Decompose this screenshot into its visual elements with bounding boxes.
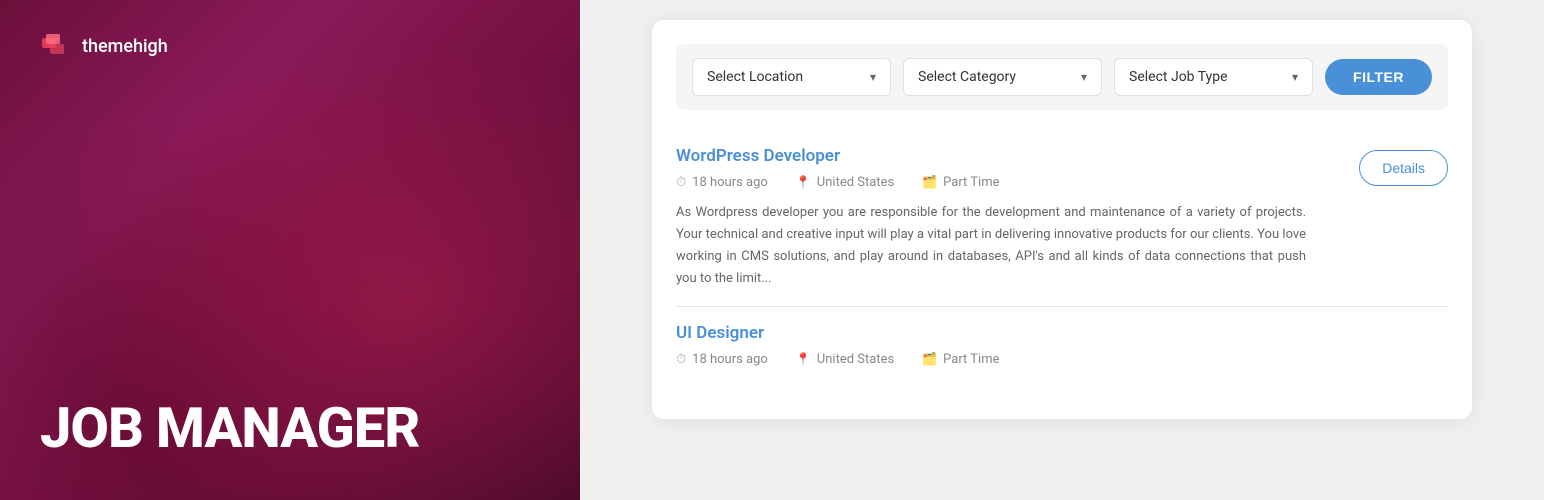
job-location-text: United States	[817, 352, 894, 367]
job-location: United States	[796, 174, 894, 190]
job-type-chevron-icon: ▾	[1292, 70, 1298, 84]
job-type-select[interactable]: Select Job Type ▾	[1114, 58, 1313, 96]
location-select-label: Select Location	[707, 69, 803, 85]
job-item: UI Designer 18 hours ago United States	[676, 307, 1448, 395]
job-description: As Wordpress developer you are responsib…	[676, 202, 1306, 290]
sidebar: themehigh JOB MANAGER	[0, 0, 580, 500]
briefcase-icon	[922, 351, 937, 367]
job-main: WordPress Developer 18 hours ago United …	[676, 146, 1339, 290]
location-icon	[796, 174, 811, 190]
job-type: Part Time	[922, 174, 999, 190]
job-header: UI Designer 18 hours ago United States	[676, 323, 1448, 379]
job-title[interactable]: UI Designer	[676, 323, 1448, 343]
clock-icon	[676, 174, 686, 190]
main-card: Select Location ▾ Select Category ▾ Sele…	[652, 20, 1472, 419]
location-chevron-icon: ▾	[870, 70, 876, 84]
job-item: WordPress Developer 18 hours ago United …	[676, 130, 1448, 307]
filter-bar: Select Location ▾ Select Category ▾ Sele…	[676, 44, 1448, 110]
category-chevron-icon: ▾	[1081, 70, 1087, 84]
job-type-select-label: Select Job Type	[1129, 69, 1228, 85]
briefcase-icon	[922, 174, 937, 190]
job-meta: 18 hours ago United States Part Time	[676, 351, 1448, 367]
job-time: 18 hours ago	[676, 174, 768, 190]
job-time-text: 18 hours ago	[692, 175, 768, 190]
job-list: WordPress Developer 18 hours ago United …	[676, 130, 1448, 395]
content-area: Select Location ▾ Select Category ▾ Sele…	[580, 0, 1544, 500]
logo-icon	[40, 30, 72, 62]
job-type-text: Part Time	[943, 352, 999, 367]
location-icon	[796, 351, 811, 367]
job-main: UI Designer 18 hours ago United States	[676, 323, 1448, 379]
job-header: WordPress Developer 18 hours ago United …	[676, 146, 1448, 290]
job-location: United States	[796, 351, 894, 367]
category-select-label: Select Category	[918, 69, 1016, 85]
job-location-text: United States	[817, 175, 894, 190]
hero-title: JOB MANAGER	[40, 398, 540, 460]
category-select[interactable]: Select Category ▾	[903, 58, 1102, 96]
filter-button[interactable]: FILTER	[1325, 59, 1432, 95]
job-time-text: 18 hours ago	[692, 352, 768, 367]
job-type: Part Time	[922, 351, 999, 367]
job-time: 18 hours ago	[676, 351, 768, 367]
job-details-button[interactable]: Details	[1359, 150, 1448, 186]
job-title[interactable]: WordPress Developer	[676, 146, 1339, 166]
clock-icon	[676, 351, 686, 367]
job-type-text: Part Time	[943, 175, 999, 190]
location-select[interactable]: Select Location ▾	[692, 58, 891, 96]
logo-area: themehigh	[40, 30, 168, 62]
logo-text: themehigh	[82, 36, 168, 57]
job-meta: 18 hours ago United States Part Time	[676, 174, 1339, 190]
